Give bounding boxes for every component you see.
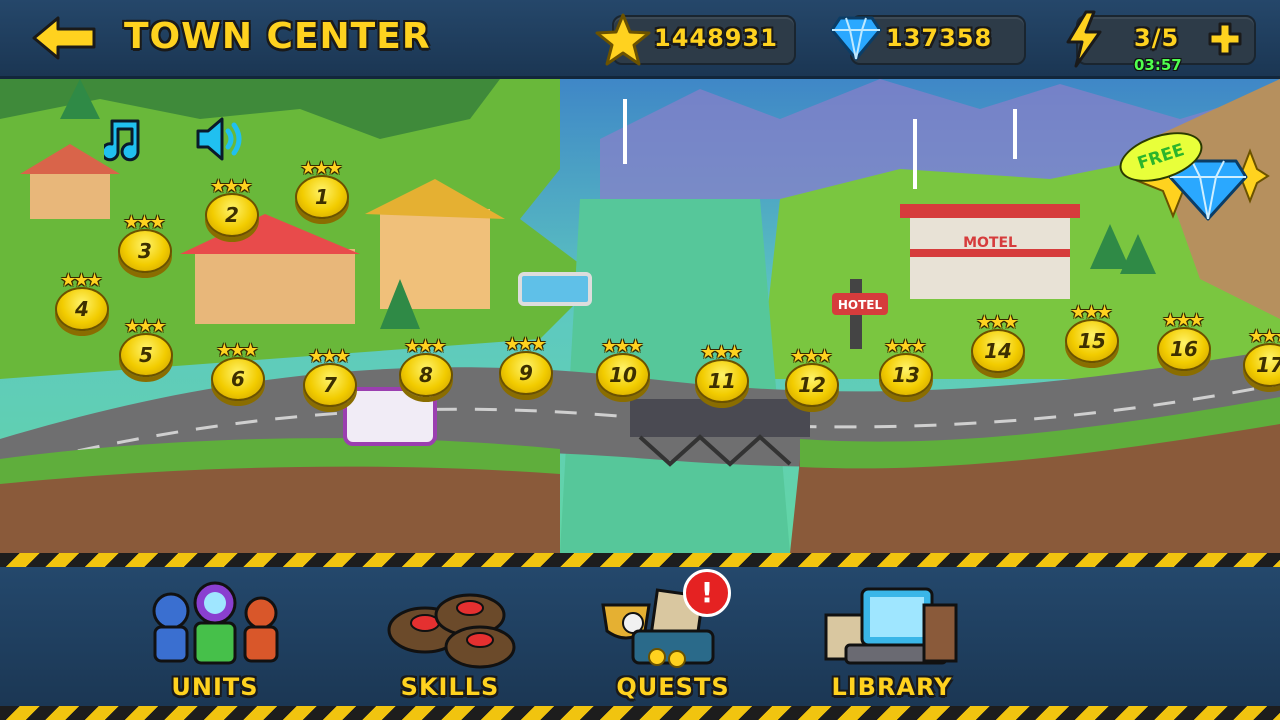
level-coin: 15 (1065, 319, 1119, 363)
level-number: 14 (984, 339, 1012, 363)
level-node[interactable]: ★★★ 10 (593, 337, 650, 399)
speaker-icon (196, 117, 242, 161)
library-icon (824, 587, 958, 665)
level-number: 4 (75, 297, 89, 321)
level-coin: 16 (1157, 327, 1211, 371)
level-node[interactable]: ★★★ 4 (52, 271, 109, 333)
quests-label: QUESTS (616, 673, 730, 701)
level-number: 5 (139, 343, 153, 367)
level-number: 10 (609, 363, 637, 387)
level-number: 16 (1170, 337, 1198, 361)
level-coin: 3 (118, 229, 172, 273)
level-node[interactable]: ★★★ 9 (496, 335, 553, 397)
gem-icon (830, 16, 882, 61)
units-button[interactable]: UNITS (135, 575, 295, 703)
sound-toggle-button[interactable] (194, 113, 250, 165)
plus-icon (1208, 22, 1242, 56)
top-bar: TOWN CENTER 1448931 137358 3/5 03:57 (0, 0, 1280, 79)
back-button[interactable] (30, 14, 100, 62)
level-node[interactable]: ★★★ 15 (1062, 303, 1119, 365)
level-number: 13 (892, 363, 920, 387)
level-coin: 12 (785, 363, 839, 407)
hazard-stripe-top (0, 553, 1280, 567)
level-node[interactable]: ★★★ 6 (208, 341, 265, 403)
level-coin: 6 (211, 357, 265, 401)
bottom-menu: UNITS SKILLS ! QUESTS LIBRARY (0, 567, 1280, 706)
level-coin: 4 (55, 287, 109, 331)
level-node[interactable]: ★★★ 1 (292, 159, 349, 221)
skills-button[interactable]: SKILLS (370, 575, 530, 703)
level-coin: 5 (119, 333, 173, 377)
level-number: 17 (1256, 353, 1280, 377)
music-toggle-button[interactable] (104, 115, 154, 163)
energy-value: 3/5 (1134, 24, 1180, 52)
level-number: 7 (323, 373, 337, 397)
level-coin: 2 (205, 193, 259, 237)
level-coin: 17 (1243, 343, 1280, 387)
exclamation-badge-icon: ! (700, 576, 714, 609)
quests-alert-badge: ! (683, 569, 731, 617)
motel-sign: MOTEL (963, 235, 1017, 251)
level-coin: 8 (399, 353, 453, 397)
level-number: 8 (419, 363, 433, 387)
lightning-icon (1066, 10, 1102, 68)
level-number: 6 (231, 367, 245, 391)
music-note-icon (104, 119, 140, 162)
level-node[interactable]: ★★★ 16 (1154, 311, 1211, 373)
level-coin: 9 (499, 351, 553, 395)
level-node[interactable]: ★★★ 13 (876, 337, 933, 399)
page-title: TOWN CENTER (124, 16, 431, 57)
units-icon (152, 581, 279, 665)
add-energy-button[interactable] (1208, 22, 1242, 56)
level-node[interactable]: ★★★17 (1240, 327, 1280, 389)
free-gems-offer[interactable]: FREE (1113, 122, 1270, 231)
back-arrow-icon (32, 16, 96, 60)
level-node[interactable]: ★★★ 5 (116, 317, 173, 379)
gems-count: 137358 (886, 24, 993, 52)
library-label: LIBRARY (831, 673, 953, 701)
level-number: 9 (519, 361, 533, 385)
level-coin: 7 (303, 363, 357, 407)
level-number: 11 (708, 369, 736, 393)
level-node[interactable]: ★★★ 14 (968, 313, 1025, 375)
energy-timer: 03:57 (1134, 56, 1182, 74)
units-label: UNITS (171, 673, 259, 701)
hotel-sign: HOTEL (838, 298, 883, 312)
level-coin: 13 (879, 353, 933, 397)
level-node[interactable]: ★★★ 7 (300, 347, 357, 409)
level-coin: 1 (295, 175, 349, 219)
level-node[interactable]: ★★★ 2 (202, 177, 259, 239)
level-node[interactable]: ★★★ 12 (782, 347, 839, 409)
star-icon (595, 13, 651, 66)
hazard-stripe-bottom (0, 706, 1280, 720)
level-node[interactable]: ★★★ 8 (396, 337, 453, 399)
level-number: 1 (315, 185, 329, 209)
level-number: 3 (138, 239, 152, 263)
level-node[interactable]: ★★★ 11 (692, 343, 749, 405)
level-coin: 11 (695, 359, 749, 403)
skills-label: SKILLS (400, 673, 500, 701)
stars-count: 1448931 (654, 24, 778, 52)
level-map: MOTEL HOTEL FREE ★★★ 1 ★★★ 2 ★★★ 3 ★★★ 4… (0, 79, 1280, 553)
level-number: 15 (1078, 329, 1106, 353)
level-number: 2 (225, 203, 239, 227)
library-button[interactable]: LIBRARY (812, 575, 972, 703)
level-coin: 10 (596, 353, 650, 397)
level-node[interactable]: ★★★ 3 (115, 213, 172, 275)
skills-icon (387, 593, 516, 669)
level-number: 12 (798, 373, 826, 397)
level-coin: 14 (971, 329, 1025, 373)
quests-button[interactable]: ! QUESTS (593, 569, 753, 703)
